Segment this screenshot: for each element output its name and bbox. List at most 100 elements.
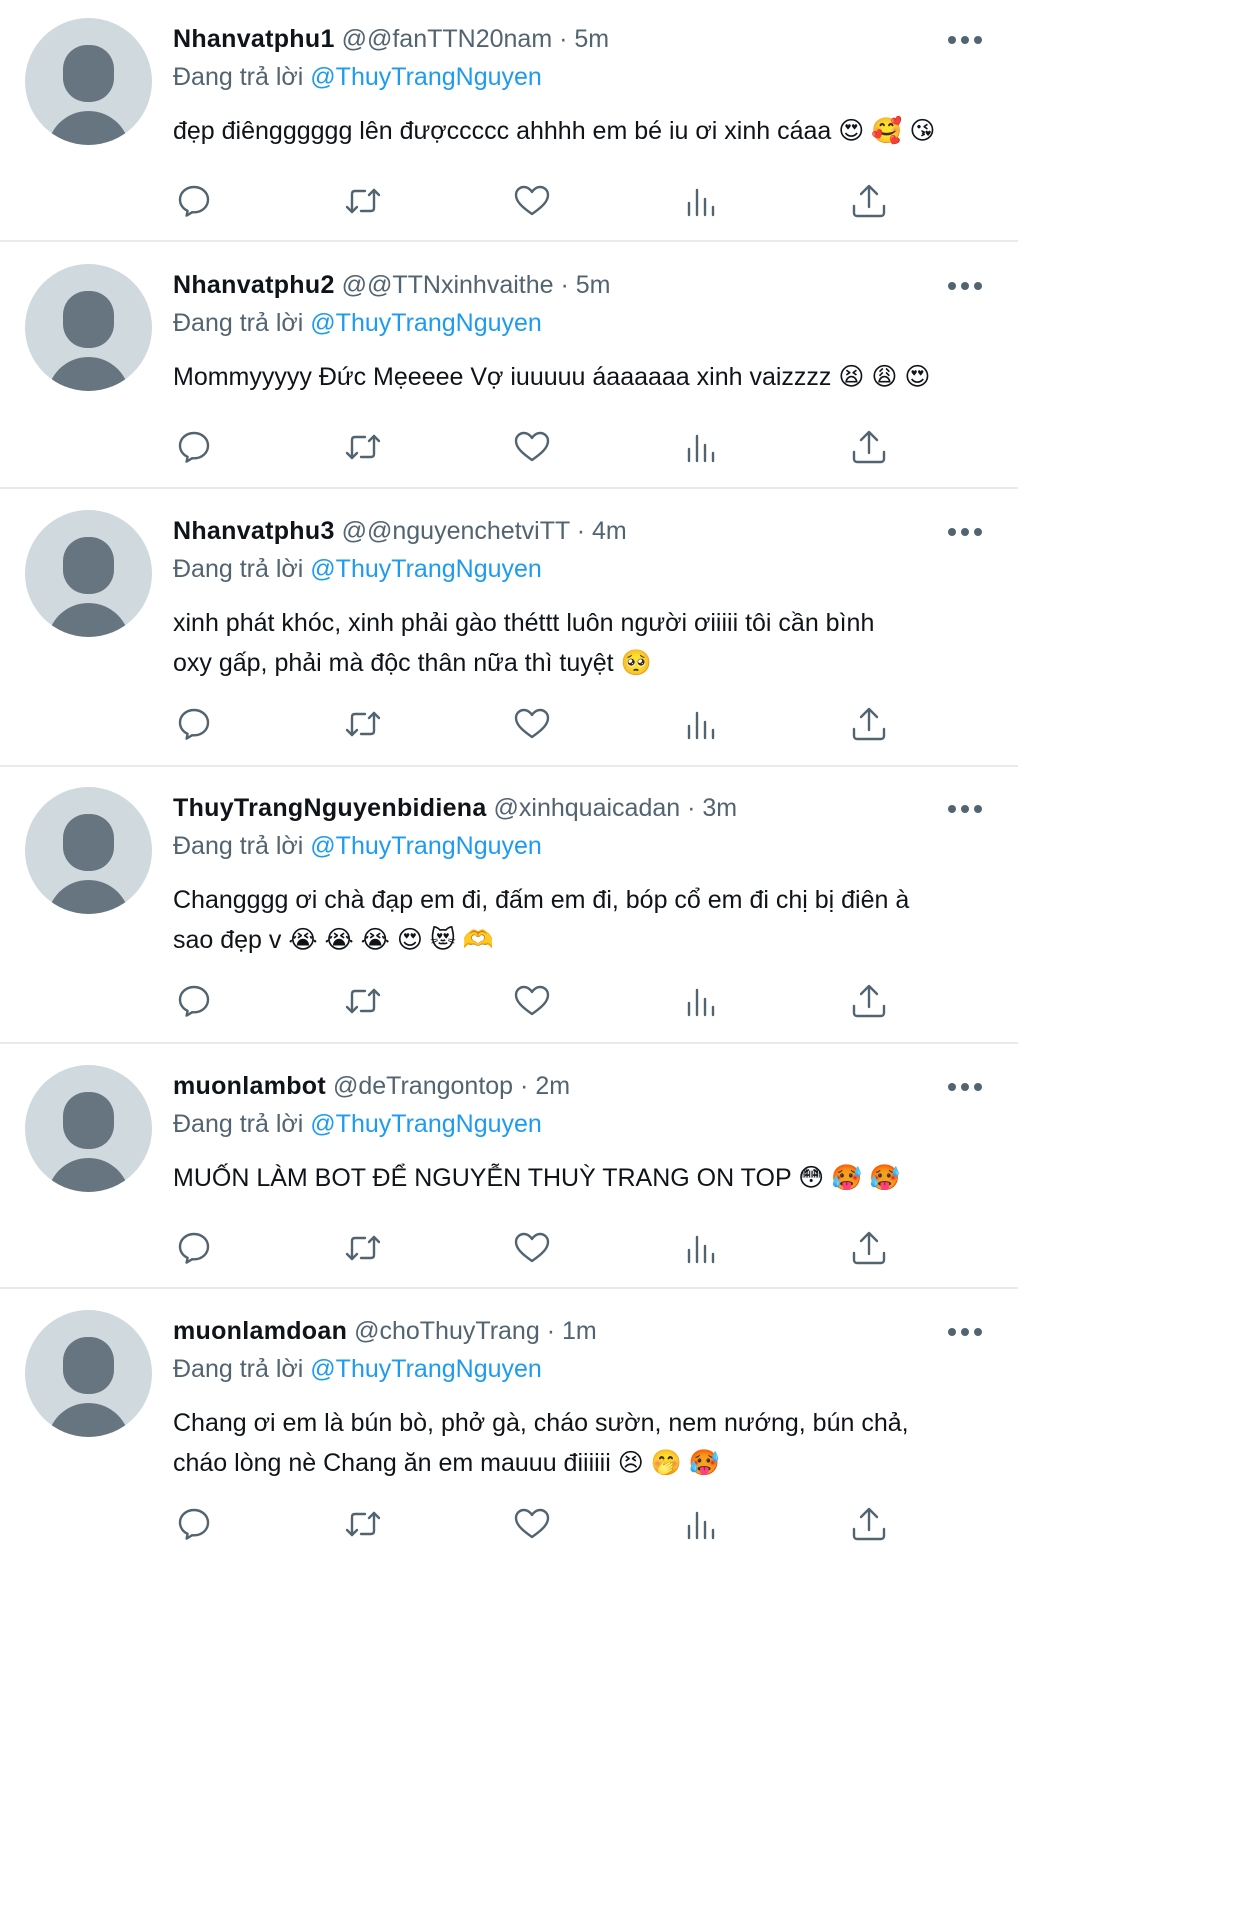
retweet-arrows-icon bbox=[343, 181, 383, 221]
retweet-button[interactable] bbox=[343, 181, 383, 221]
display-name[interactable]: muonlamdoan bbox=[173, 1317, 347, 1345]
like-button[interactable] bbox=[512, 427, 552, 467]
tweet-card[interactable]: muonlamdoan @choThuyTrang · 1m Đang trả l… bbox=[0, 1292, 1018, 1568]
divider bbox=[0, 487, 1018, 489]
more-button[interactable] bbox=[948, 1327, 982, 1337]
timestamp[interactable]: 3m bbox=[702, 794, 737, 822]
tweet-card[interactable]: Nhanvatphu1 @@fanTTN20nam · 5m Đang trả l… bbox=[0, 0, 1018, 240]
like-button[interactable] bbox=[512, 1504, 552, 1544]
display-name[interactable]: Nhanvatphu3 bbox=[173, 517, 335, 545]
mention-link[interactable]: @ThuyTrangNguyen bbox=[310, 63, 542, 91]
mention-link[interactable]: @ThuyTrangNguyen bbox=[310, 832, 542, 860]
views-button[interactable] bbox=[681, 704, 721, 744]
display-name[interactable]: Nhanvatphu1 bbox=[173, 25, 335, 53]
avatar[interactable] bbox=[25, 18, 152, 145]
tweet-header: Nhanvatphu2 @@TTNxinhvaithe · 5m bbox=[173, 270, 611, 300]
user-handle[interactable]: @@fanTTN20nam bbox=[342, 25, 553, 53]
views-button[interactable] bbox=[681, 427, 721, 467]
tweet-card[interactable]: Nhanvatphu3 @@nguyenchetviTT · 4m Đang tr… bbox=[0, 492, 1018, 765]
share-button[interactable] bbox=[849, 1228, 889, 1268]
retweet-arrows-icon bbox=[343, 704, 383, 744]
user-handle[interactable]: @@TTNxinhvaithe bbox=[342, 271, 554, 299]
tweet-text: Changggg ơi chà đạp em đi, đấm em đi, bó… bbox=[173, 880, 993, 960]
more-button[interactable] bbox=[948, 527, 982, 537]
user-handle[interactable]: @xinhquaicadan bbox=[494, 794, 681, 822]
retweet-button[interactable] bbox=[343, 981, 383, 1021]
reply-button[interactable] bbox=[174, 181, 214, 221]
views-button[interactable] bbox=[681, 981, 721, 1021]
mention-link[interactable]: @ThuyTrangNguyen bbox=[310, 1110, 542, 1138]
views-button[interactable] bbox=[681, 181, 721, 221]
reply-button[interactable] bbox=[174, 1504, 214, 1544]
share-button[interactable] bbox=[849, 704, 889, 744]
user-handle[interactable]: @choThuyTrang bbox=[354, 1317, 540, 1345]
user-handle[interactable]: @@nguyenchetviTT bbox=[342, 517, 570, 545]
avatar[interactable] bbox=[25, 787, 152, 914]
avatar[interactable] bbox=[25, 264, 152, 391]
like-button[interactable] bbox=[512, 1228, 552, 1268]
bar-chart-icon bbox=[681, 1504, 721, 1544]
heart-icon bbox=[512, 181, 552, 221]
replying-to: Đang trả lời @ThuyTrangNguyen bbox=[173, 554, 542, 584]
avatar[interactable] bbox=[25, 1310, 152, 1437]
mention-link[interactable]: @ThuyTrangNguyen bbox=[310, 555, 542, 583]
replying-to: Đang trả lời @ThuyTrangNguyen bbox=[173, 1354, 542, 1384]
timestamp[interactable]: 2m bbox=[535, 1072, 570, 1100]
avatar[interactable] bbox=[25, 510, 152, 637]
like-button[interactable] bbox=[512, 181, 552, 221]
timestamp[interactable]: 1m bbox=[562, 1317, 597, 1345]
like-button[interactable] bbox=[512, 704, 552, 744]
share-button[interactable] bbox=[849, 981, 889, 1021]
display-name[interactable]: muonlambot bbox=[173, 1072, 326, 1100]
more-button[interactable] bbox=[948, 1082, 982, 1092]
timestamp[interactable]: 5m bbox=[576, 271, 611, 299]
reply-button[interactable] bbox=[174, 704, 214, 744]
separator-dot: · bbox=[546, 1317, 556, 1345]
display-name[interactable]: Nhanvatphu2 bbox=[173, 271, 335, 299]
reply-button[interactable] bbox=[174, 427, 214, 467]
views-button[interactable] bbox=[681, 1228, 721, 1268]
avatar-head-shape bbox=[63, 291, 114, 348]
divider bbox=[0, 765, 1018, 767]
heart-icon bbox=[512, 1228, 552, 1268]
more-button[interactable] bbox=[948, 281, 982, 291]
more-button[interactable] bbox=[948, 35, 982, 45]
avatar[interactable] bbox=[25, 1065, 152, 1192]
retweet-button[interactable] bbox=[343, 1504, 383, 1544]
reply-button[interactable] bbox=[174, 981, 214, 1021]
share-button[interactable] bbox=[849, 181, 889, 221]
retweet-button[interactable] bbox=[343, 427, 383, 467]
like-button[interactable] bbox=[512, 981, 552, 1021]
mention-link[interactable]: @ThuyTrangNguyen bbox=[310, 309, 542, 337]
user-handle[interactable]: @deTrangontop bbox=[333, 1072, 513, 1100]
replying-to: Đang trả lời @ThuyTrangNguyen bbox=[173, 1109, 542, 1139]
tweet-text: xinh phát khóc, xinh phải gào théttt luô… bbox=[173, 603, 993, 683]
retweet-button[interactable] bbox=[343, 1228, 383, 1268]
share-button[interactable] bbox=[849, 427, 889, 467]
reply-button[interactable] bbox=[174, 1228, 214, 1268]
tweet-text: Chang ơi em là bún bò, phở gà, cháo sườn… bbox=[173, 1403, 993, 1483]
retweet-button[interactable] bbox=[343, 704, 383, 744]
avatar-body-shape bbox=[47, 357, 130, 391]
tweet-card[interactable]: Nhanvatphu2 @@TTNxinhvaithe · 5m Đang trả… bbox=[0, 246, 1018, 487]
action-bar bbox=[0, 181, 1018, 221]
mention-link[interactable]: @ThuyTrangNguyen bbox=[310, 1355, 542, 1383]
timestamp[interactable]: 4m bbox=[592, 517, 627, 545]
bar-chart-icon bbox=[681, 427, 721, 467]
action-bar bbox=[0, 427, 1018, 467]
share-button[interactable] bbox=[849, 1504, 889, 1544]
avatar-head-shape bbox=[63, 814, 114, 871]
more-button[interactable] bbox=[948, 804, 982, 814]
avatar-head-shape bbox=[63, 1092, 114, 1149]
more-dot bbox=[948, 36, 956, 44]
display-name[interactable]: ThuyTrangNguyenbidiena bbox=[173, 794, 487, 822]
tweet-card[interactable]: muonlambot @deTrangontop · 2m Đang trả lờ… bbox=[0, 1047, 1018, 1287]
tweet-card[interactable]: ThuyTrangNguyenbidiena @xinhquaicadan · … bbox=[0, 769, 1018, 1042]
timestamp[interactable]: 5m bbox=[574, 25, 609, 53]
views-button[interactable] bbox=[681, 1504, 721, 1544]
